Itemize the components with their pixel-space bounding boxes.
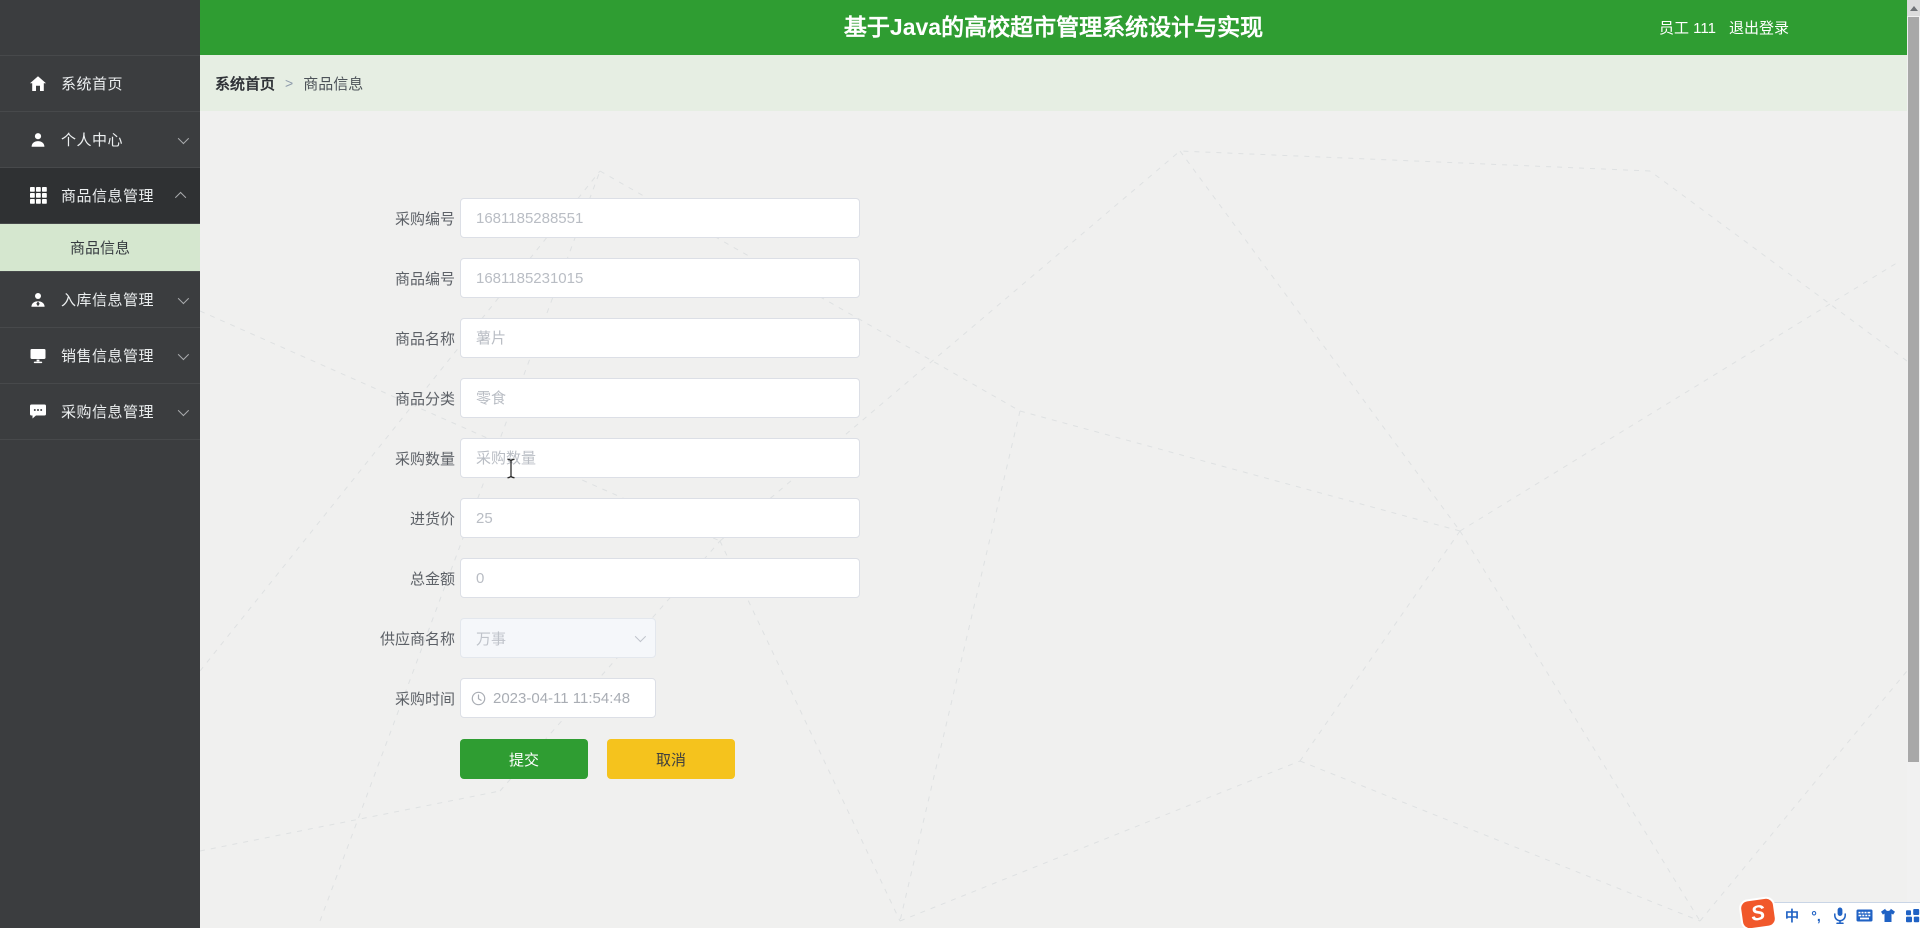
sidebar-item-home[interactable]: 系统首页	[0, 56, 200, 112]
sidebar-item-label: 商品信息管理	[61, 188, 155, 205]
vertical-scrollbar	[1907, 0, 1920, 928]
chat-icon	[28, 403, 48, 421]
sidebar-item-label: 系统首页	[61, 76, 124, 93]
sidebar-item-inbound-info-mgmt[interactable]: 入库信息管理	[0, 272, 200, 328]
field-label: 采购时间	[394, 690, 455, 708]
chevron-down-icon	[177, 132, 190, 144]
grid-icon	[28, 187, 48, 205]
user-area: 员工 111 退出登录	[1659, 0, 1789, 55]
scrollbar-up-button[interactable]	[1907, 0, 1920, 16]
text-cursor	[506, 458, 516, 479]
sidebar-item-label: 采购信息管理	[61, 404, 155, 421]
sidebar-item-purchase-info-mgmt[interactable]: 采购信息管理	[0, 384, 200, 440]
form-row: 总金额	[200, 558, 1400, 598]
form-row: 商品编号	[200, 258, 1400, 298]
form-row: 供应商名称 万事	[200, 618, 1400, 658]
breadcrumb: 系统首页 > 商品信息	[200, 55, 1907, 111]
field-label: 商品名称	[394, 330, 455, 348]
chevron-down-icon	[634, 630, 647, 643]
page-title: 基于Java的高校超市管理系统设计与实现	[843, 14, 1264, 40]
main-content: 采购编号 商品编号 商品名称 商品分类 采购数量 进货价 总金额	[200, 111, 1907, 928]
sidebar-item-personal-center[interactable]: 个人中心	[0, 112, 200, 168]
sidebar-item-sales-info-mgmt[interactable]: 销售信息管理	[0, 328, 200, 384]
field-label: 总金额	[409, 570, 455, 588]
ime-toolbox-icon[interactable]	[1903, 907, 1920, 925]
field-label: 进货价	[409, 510, 455, 528]
chevron-down-icon	[177, 292, 190, 304]
purchase-no-input[interactable]	[460, 198, 860, 238]
scrollbar-thumb[interactable]	[1908, 17, 1919, 762]
product-name-input[interactable]	[460, 318, 860, 358]
ime-chinese-mode-icon[interactable]: 中	[1783, 907, 1801, 925]
sidebar-item-label: 入库信息管理	[61, 292, 155, 309]
scroll-up-arrow-icon	[1909, 5, 1918, 11]
form-row: 采购数量	[200, 438, 1400, 478]
clock-icon	[471, 691, 486, 706]
form-row: 进货价	[200, 498, 1400, 538]
breadcrumb-home[interactable]: 系统首页	[215, 73, 275, 94]
form-actions: 提交 取消	[200, 739, 1400, 779]
purchase-time-value: 2023-04-11 11:54:48	[493, 689, 631, 707]
purchase-price-input[interactable]	[460, 498, 860, 538]
field-label: 商品分类	[394, 390, 455, 408]
purchase-time-picker[interactable]: 2023-04-11 11:54:48	[460, 678, 656, 718]
user-badge-icon	[28, 291, 48, 309]
cancel-button[interactable]: 取消	[607, 739, 735, 779]
total-amount-input[interactable]	[460, 558, 860, 598]
ime-keyboard-icon[interactable]	[1855, 907, 1873, 925]
ime-toolbar: S 中 °,	[1738, 895, 1920, 928]
chevron-down-icon	[177, 404, 190, 416]
form-row: 采购时间 2023-04-11 11:54:48	[200, 678, 1400, 718]
product-category-input[interactable]	[460, 378, 860, 418]
purchase-qty-input[interactable]	[460, 438, 860, 478]
field-label: 采购数量	[394, 450, 455, 468]
submit-button[interactable]: 提交	[460, 739, 588, 779]
product-no-input[interactable]	[460, 258, 860, 298]
sidebar-item-product-info-mgmt[interactable]: 商品信息管理	[0, 168, 200, 224]
supplier-select[interactable]: 万事	[460, 618, 656, 658]
sidebar: 系统首页 个人中心 商品信息管理 商品信息 入库信息管理 销售信息管理 采购信息…	[0, 0, 200, 928]
field-label: 采购编号	[394, 210, 455, 228]
ime-microphone-icon[interactable]	[1831, 907, 1849, 925]
form-row: 商品分类	[200, 378, 1400, 418]
header-bar: 基于Java的高校超市管理系统设计与实现 员工 111 退出登录	[200, 0, 1907, 55]
sidebar-item-label: 销售信息管理	[61, 348, 155, 365]
sidebar-subitem-product-info[interactable]: 商品信息	[0, 224, 200, 272]
user-icon	[28, 131, 48, 149]
current-user-label: 员工 111	[1659, 20, 1716, 37]
sidebar-menu: 系统首页 个人中心 商品信息管理 商品信息 入库信息管理 销售信息管理 采购信息…	[0, 55, 200, 440]
breadcrumb-separator: >	[285, 75, 294, 91]
monitor-icon	[28, 347, 48, 365]
purchase-form: 采购编号 商品编号 商品名称 商品分类 采购数量 进货价 总金额	[200, 198, 1400, 779]
sidebar-item-label: 个人中心	[61, 132, 124, 149]
breadcrumb-current: 商品信息	[303, 75, 364, 93]
ime-skin-icon[interactable]	[1879, 907, 1897, 925]
sidebar-subitem-label: 商品信息	[69, 240, 130, 257]
logout-link[interactable]: 退出登录	[1729, 17, 1789, 38]
ime-punctuation-icon[interactable]: °,	[1807, 907, 1825, 925]
home-icon	[28, 75, 48, 93]
chevron-down-icon	[177, 348, 190, 360]
field-label: 供应商名称	[379, 630, 455, 648]
form-row: 采购编号	[200, 198, 1400, 238]
field-label: 商品编号	[394, 270, 455, 288]
sogou-logo-icon[interactable]: S	[1738, 895, 1778, 928]
chevron-up-icon	[174, 191, 187, 203]
form-row: 商品名称	[200, 318, 1400, 358]
supplier-select-value: 万事	[476, 630, 507, 648]
